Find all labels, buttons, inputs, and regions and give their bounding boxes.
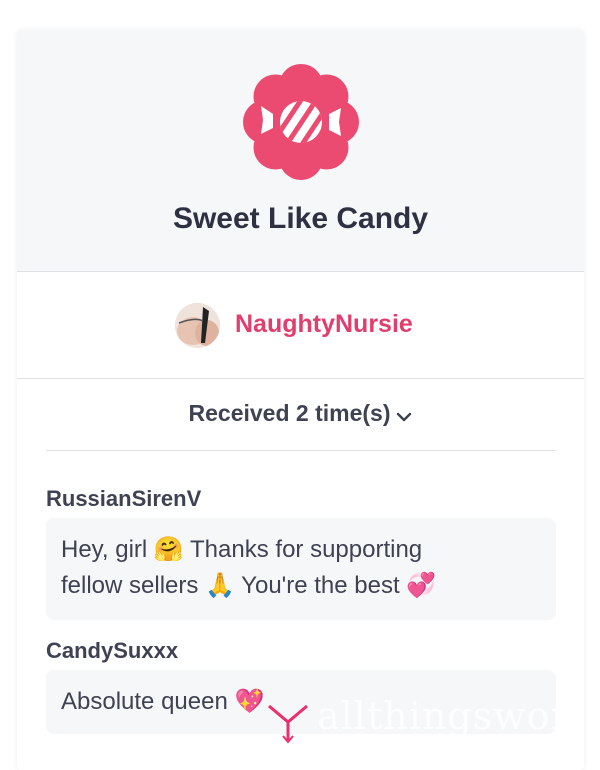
chevron-down-icon xyxy=(396,401,412,428)
comment-text-line: fellow sellers 🙏 You're the best 💞 xyxy=(61,572,437,599)
sender-name-link[interactable]: NaughtyNursie xyxy=(235,310,413,339)
watermark-logo-icon xyxy=(268,704,308,744)
received-label: Received 2 time(s) xyxy=(188,400,391,426)
comment-bubble: Hey, girl 🤗 Thanks for supporting fellow… xyxy=(46,518,556,620)
gift-title: Sweet Like Candy xyxy=(172,202,429,235)
watermark-text: allthingsworn xyxy=(317,694,584,738)
comment-author: CandySuxxx xyxy=(46,638,179,663)
received-toggle[interactable]: Received 2 time(s) xyxy=(17,400,584,428)
comment-text-line: Hey, girl 🤗 Thanks for supporting xyxy=(61,536,423,563)
gift-card: Sweet Like Candy NaughtyNursie Received … xyxy=(17,30,584,770)
comment-author: RussianSirenV xyxy=(46,486,202,511)
avatar-photo xyxy=(175,303,220,348)
candy-icon xyxy=(243,64,359,180)
sender-row[interactable]: NaughtyNursie xyxy=(17,272,584,379)
gift-header: Sweet Like Candy xyxy=(17,30,584,272)
divider xyxy=(46,450,556,451)
sender-avatar[interactable] xyxy=(175,303,220,348)
